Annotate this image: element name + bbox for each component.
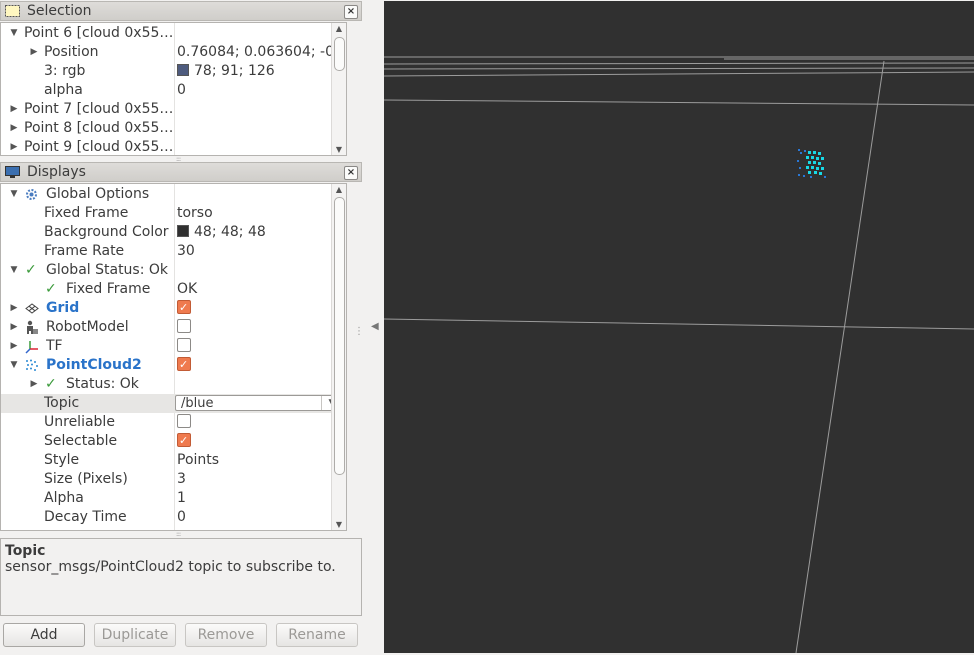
tf-enabled-checkbox[interactable] <box>177 338 191 352</box>
3d-viewport[interactable] <box>384 1 974 653</box>
resize-grip[interactable]: :::: <box>176 156 184 163</box>
tree-row-topic[interactable]: Topic /blue ▼ <box>1 394 346 413</box>
tree-row-robotmodel[interactable]: ▶ RobotModel <box>1 318 346 337</box>
tree-row[interactable]: Selectable <box>1 432 346 451</box>
add-button[interactable]: Add <box>3 623 85 647</box>
displays-scrollbar[interactable]: ▲ ▼ <box>331 184 346 530</box>
tree-row-global-options[interactable]: ▼ Global Options <box>1 185 346 204</box>
close-icon[interactable]: × <box>344 166 358 180</box>
rename-button[interactable]: Rename <box>276 623 358 647</box>
expand-down-icon[interactable]: ▼ <box>9 356 19 375</box>
grid-enabled-checkbox[interactable] <box>177 299 191 317</box>
tree-row[interactable]: ▼ Point 6 [cloud 0x55… <box>1 24 346 43</box>
scroll-down-icon[interactable]: ▼ <box>332 520 346 529</box>
expand-down-icon[interactable]: ▼ <box>9 261 19 280</box>
tree-row[interactable]: Style Points <box>1 451 346 470</box>
remove-button[interactable]: Remove <box>185 623 267 647</box>
tree-row[interactable]: ✓ Fixed Frame OK <box>1 280 346 299</box>
tree-row[interactable]: ▶ Position 0.76084; 0.063604; -0.… <box>1 43 346 62</box>
selection-icon <box>5 5 20 17</box>
monitor-icon <box>5 166 20 178</box>
point-cloud-render <box>797 149 826 178</box>
property-description: Topic sensor_msgs/PointCloud2 topic to s… <box>0 538 362 616</box>
expand-down-icon[interactable]: ▼ <box>9 24 19 43</box>
displays-panel-title: Displays <box>27 164 86 180</box>
tree-row[interactable]: Size (Pixels) 3 <box>1 470 346 489</box>
expand-right-icon[interactable]: ▶ <box>9 318 19 337</box>
tree-row[interactable]: alpha 0 <box>1 81 346 100</box>
color-swatch <box>177 225 189 237</box>
expand-right-icon[interactable]: ▶ <box>29 43 39 62</box>
tree-row-global-status[interactable]: ▼ ✓ Global Status: Ok <box>1 261 346 280</box>
expand-right-icon[interactable]: ▶ <box>9 299 19 318</box>
color-swatch <box>177 64 189 76</box>
check-icon: ✓ <box>45 281 57 297</box>
tree-row[interactable]: Unreliable <box>1 413 346 432</box>
tree-row[interactable]: Background Color 48; 48; 48 <box>1 223 346 242</box>
grid-lines <box>384 56 974 653</box>
scroll-up-icon[interactable]: ▲ <box>332 185 346 194</box>
tree-row[interactable]: Alpha 1 <box>1 489 346 508</box>
pointcloud2-enabled-checkbox[interactable] <box>177 356 191 374</box>
resize-grip[interactable]: :::: <box>176 531 184 538</box>
selection-scrollbar[interactable]: ▲ ▼ <box>331 23 346 155</box>
scroll-up-icon[interactable]: ▲ <box>332 24 346 33</box>
description-text: sensor_msgs/PointCloud2 topic to subscri… <box>5 559 336 575</box>
displays-panel-header: Displays × <box>0 162 362 182</box>
robot-icon <box>27 320 38 334</box>
expand-right-icon[interactable]: ▶ <box>9 119 19 138</box>
scroll-down-icon[interactable]: ▼ <box>332 145 346 154</box>
robotmodel-enabled-checkbox[interactable] <box>177 319 191 333</box>
gear-icon <box>26 189 37 200</box>
expand-right-icon[interactable]: ▶ <box>9 100 19 119</box>
tree-row[interactable]: ▶ Point 8 [cloud 0x55… <box>1 119 346 138</box>
splitter-grip[interactable]: ⋮ <box>354 326 364 337</box>
collapse-left-icon[interactable]: ◀ <box>371 321 379 332</box>
selectable-checkbox[interactable] <box>177 432 191 450</box>
tree-row[interactable]: 3: rgb 78; 91; 126 <box>1 62 346 81</box>
expand-right-icon[interactable]: ▶ <box>29 375 39 394</box>
panel-splitter[interactable]: ◀ ⋮ <box>354 0 384 655</box>
expand-down-icon[interactable]: ▼ <box>9 185 19 204</box>
tree-row[interactable]: Frame Rate 30 <box>1 242 346 261</box>
topic-combobox[interactable]: /blue ▼ <box>175 395 343 411</box>
scrollbar-thumb[interactable] <box>334 197 345 475</box>
point-cloud-icon <box>26 359 38 371</box>
tree-row-pointcloud2[interactable]: ▼ PointCloud2 <box>1 356 346 375</box>
duplicate-button[interactable]: Duplicate <box>94 623 176 647</box>
scrollbar-thumb[interactable] <box>334 37 345 71</box>
unreliable-checkbox[interactable] <box>177 414 191 428</box>
expand-right-icon[interactable]: ▶ <box>9 337 19 356</box>
displays-tree[interactable]: ▼ Global Options Fixed Frame torso Backg… <box>0 183 347 531</box>
grid-icon <box>25 303 39 314</box>
selection-panel-title: Selection <box>27 3 92 19</box>
tree-row-tf[interactable]: ▶ TF <box>1 337 346 356</box>
tree-row[interactable]: Fixed Frame torso <box>1 204 346 223</box>
check-icon: ✓ <box>25 262 37 278</box>
left-panel: Selection × ▼ Point 6 [cloud 0x55… ▶ Pos… <box>0 0 364 655</box>
close-icon[interactable]: × <box>344 5 358 19</box>
expand-right-icon[interactable]: ▶ <box>9 138 19 155</box>
tree-row[interactable]: ▶ Point 9 [cloud 0x55… <box>1 138 346 155</box>
axes-icon <box>25 341 38 354</box>
selection-panel-header: Selection × <box>0 1 362 21</box>
tree-row[interactable]: ▶ Point 7 [cloud 0x55… <box>1 100 346 119</box>
check-icon: ✓ <box>45 376 57 392</box>
tree-row[interactable]: Decay Time 0 <box>1 508 346 527</box>
description-title: Topic <box>5 543 46 559</box>
selection-tree[interactable]: ▼ Point 6 [cloud 0x55… ▶ Position 0.7608… <box>0 22 347 156</box>
tree-row-status[interactable]: ▶ ✓ Status: Ok <box>1 375 346 394</box>
tree-row-grid[interactable]: ▶ Grid <box>1 299 346 318</box>
